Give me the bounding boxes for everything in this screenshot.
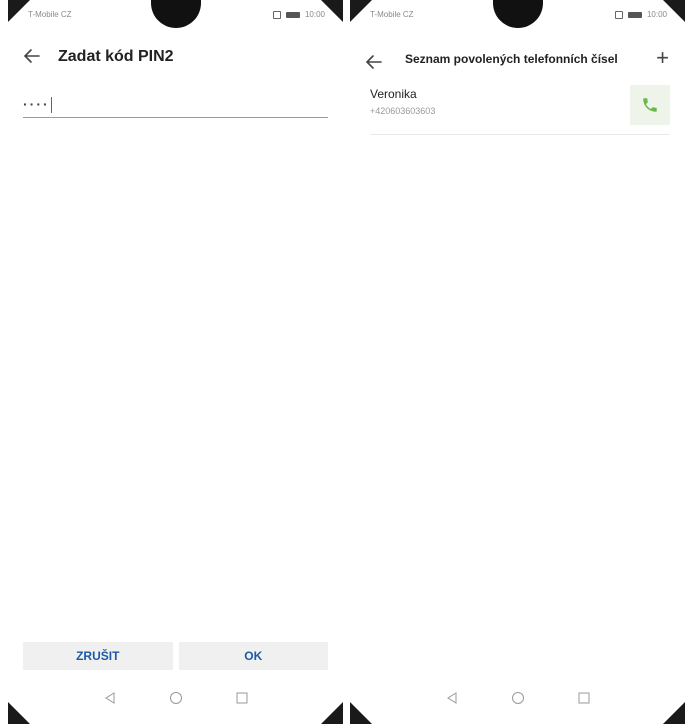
navigation-bar bbox=[8, 672, 343, 724]
contact-number: +420603603603 bbox=[370, 106, 436, 116]
square-recent-icon[interactable] bbox=[235, 691, 249, 705]
app-bar: Zadat kód PIN2 bbox=[8, 34, 343, 84]
arrow-left-icon[interactable] bbox=[22, 46, 42, 66]
navigation-bar bbox=[350, 672, 685, 724]
phone-icon bbox=[643, 98, 657, 112]
triangle-back-icon[interactable] bbox=[103, 691, 117, 705]
sim-icon bbox=[614, 10, 623, 19]
clock: 10:00 bbox=[646, 10, 667, 19]
sim-icon bbox=[272, 10, 281, 19]
pin2-screen: T-Mobile CZ 10:00 Zadat kód PIN2 ···· ZR… bbox=[8, 0, 343, 724]
battery-icon bbox=[285, 11, 300, 18]
list-item[interactable]: Veronika +420603603603 bbox=[370, 85, 670, 135]
contact-name: Veronika bbox=[370, 87, 417, 101]
dialog-buttons: ZRUŠIT OK bbox=[23, 642, 328, 670]
status-bar: T-Mobile CZ 10:00 bbox=[350, 0, 685, 30]
cancel-button[interactable]: ZRUŠIT bbox=[23, 642, 173, 670]
plus-icon[interactable]: + bbox=[656, 47, 669, 69]
square-recent-icon[interactable] bbox=[577, 691, 591, 705]
fixed-dialing-list-screen: T-Mobile CZ 10:00 Seznam povolených tele… bbox=[350, 0, 685, 724]
carrier-label: T-Mobile CZ bbox=[370, 10, 414, 19]
pin-value: ···· bbox=[23, 96, 52, 114]
text-caret bbox=[50, 97, 52, 114]
ok-button[interactable]: OK bbox=[178, 642, 328, 670]
call-button[interactable] bbox=[630, 85, 670, 125]
battery-icon bbox=[627, 11, 642, 18]
triangle-back-icon[interactable] bbox=[445, 691, 459, 705]
page-title: Seznam povolených telefonních čísel bbox=[405, 52, 618, 66]
arrow-left-icon[interactable] bbox=[364, 52, 384, 72]
page-title: Zadat kód PIN2 bbox=[58, 48, 174, 65]
circle-home-icon[interactable] bbox=[511, 691, 525, 705]
pin2-input[interactable]: ···· bbox=[23, 90, 328, 118]
circle-home-icon[interactable] bbox=[169, 691, 183, 705]
status-bar: T-Mobile CZ 10:00 bbox=[8, 0, 343, 30]
clock: 10:00 bbox=[304, 10, 325, 19]
app-bar: Seznam povolených telefonních čísel + bbox=[350, 34, 685, 84]
carrier-label: T-Mobile CZ bbox=[28, 10, 72, 19]
